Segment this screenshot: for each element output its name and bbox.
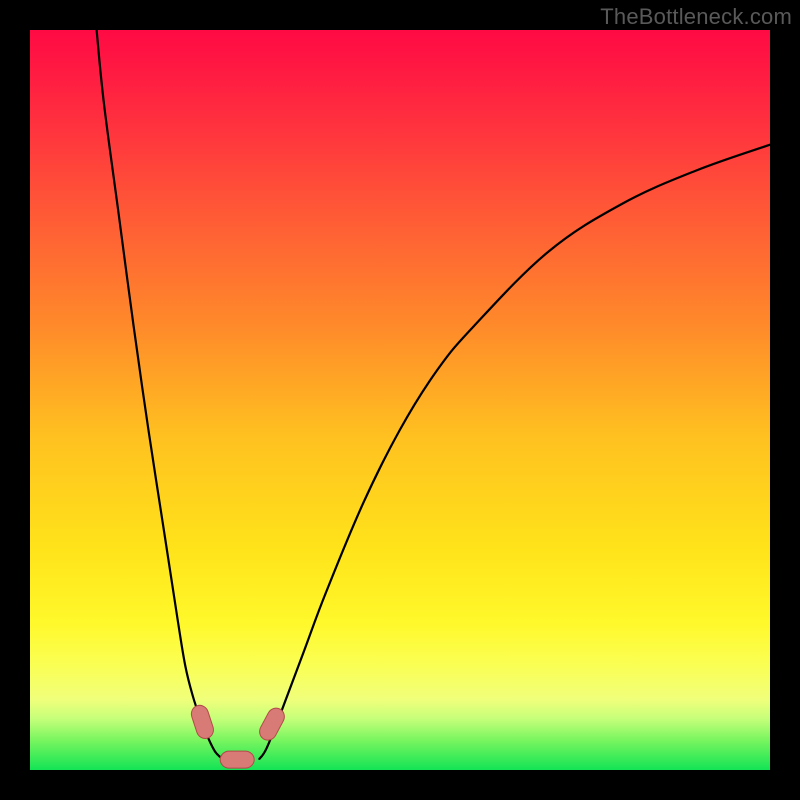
gradient-background [30,30,770,770]
chart-frame: TheBottleneck.com [0,0,800,800]
marker-pill-bottom [220,751,254,768]
watermark-text: TheBottleneck.com [600,4,792,30]
plot-area [30,30,770,770]
plot-svg [30,30,770,770]
